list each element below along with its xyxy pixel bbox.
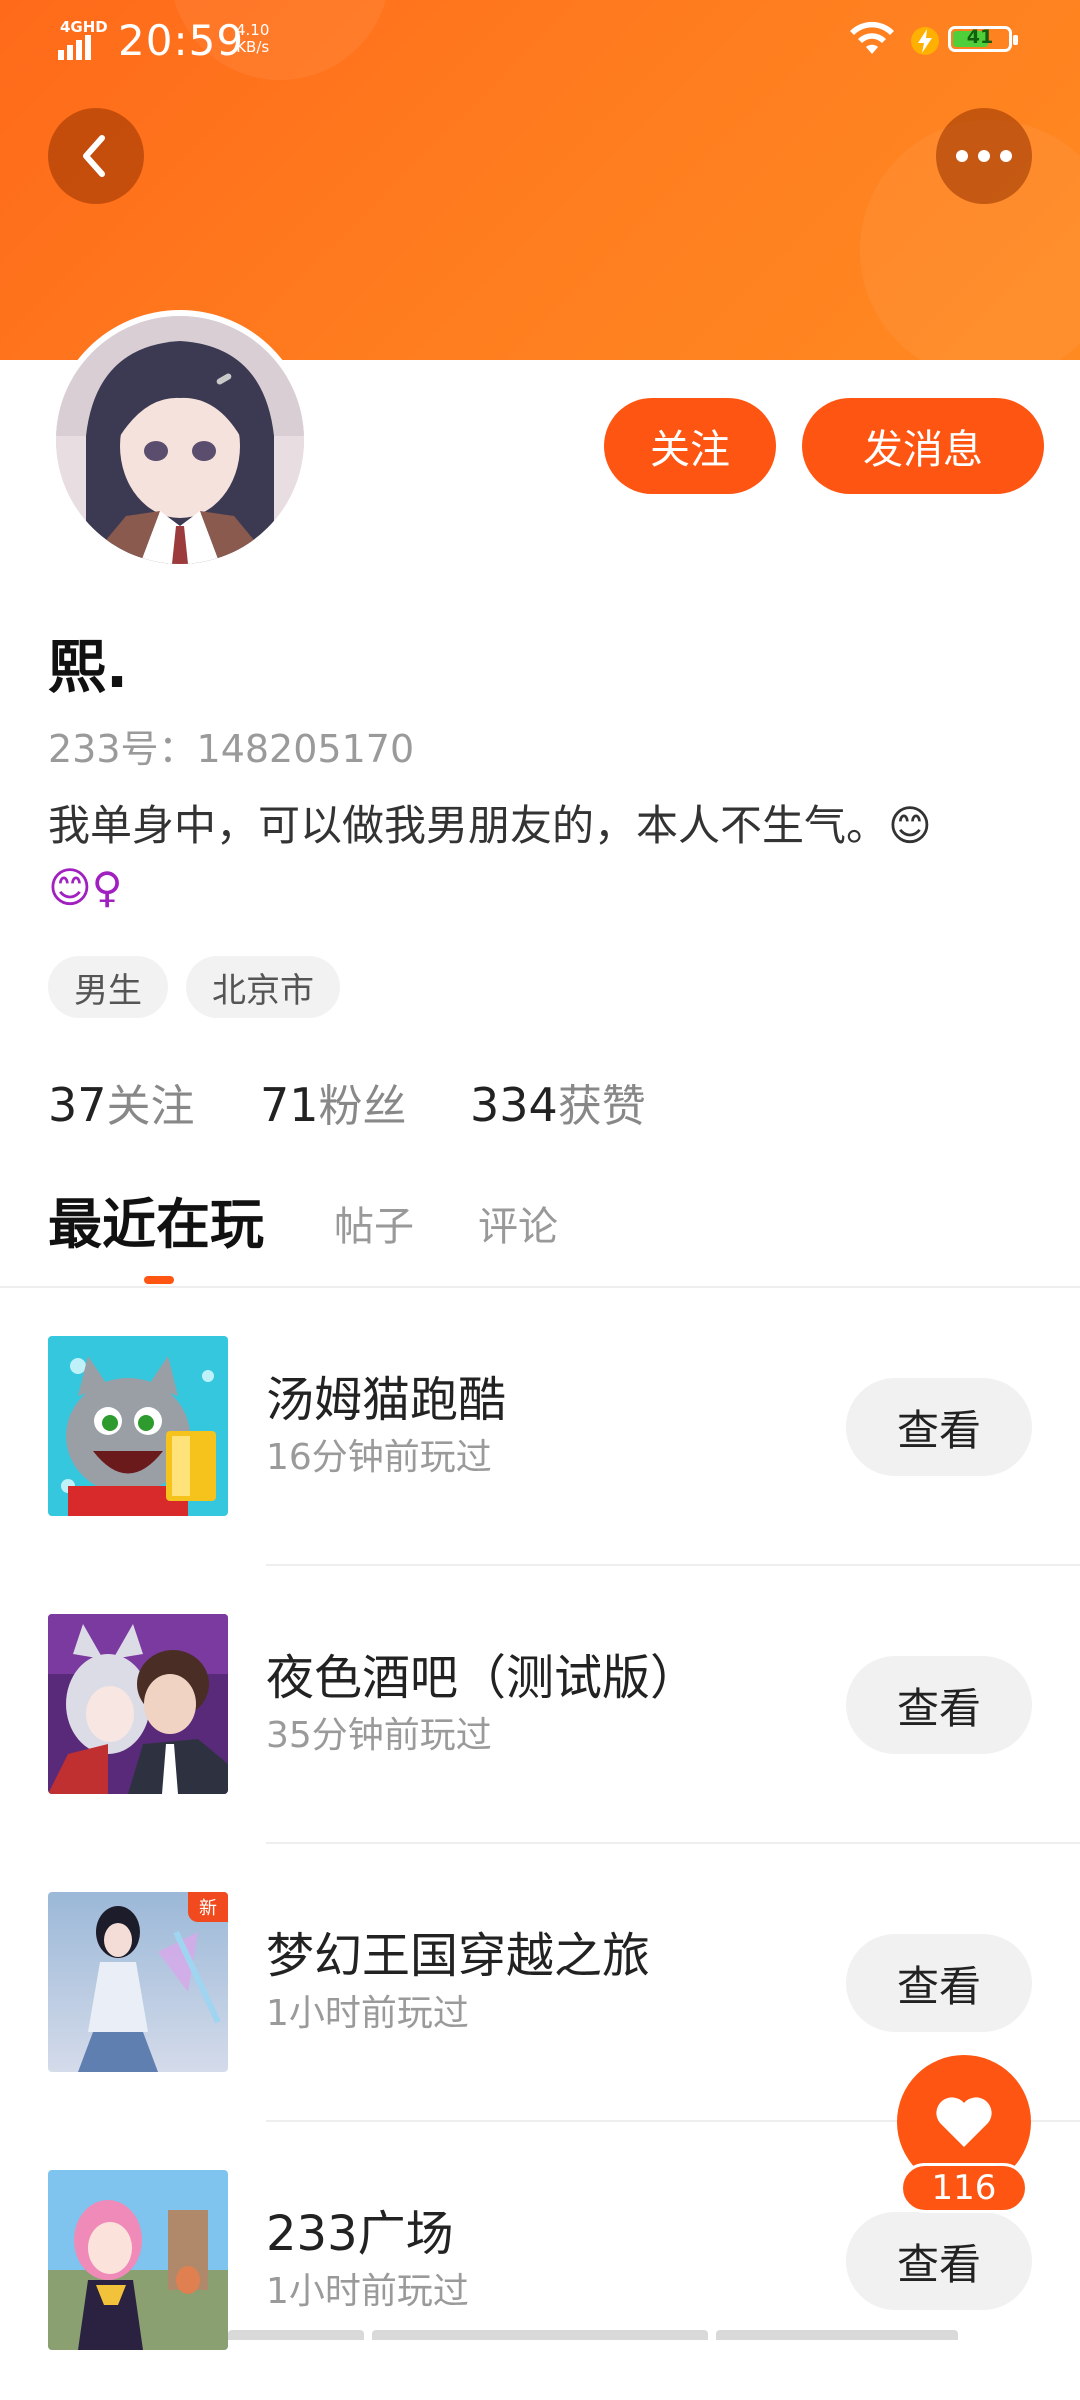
bio-line: 我单身中，可以做我男朋友的，本人不生气。😊 [48, 801, 932, 850]
profile-header-banner: 4GHD 20:59 4.10 KB/s 41 [0, 0, 1080, 360]
heart-icon [936, 2097, 992, 2147]
game-icon [48, 1614, 228, 1794]
game-title: 夜色酒吧（测试版） [266, 1650, 699, 1706]
game-last-played: 35分钟前玩过 [266, 1715, 492, 1756]
like-count-badge: 116 [900, 2163, 1028, 2213]
stat-label: 获赞 [557, 1081, 646, 1132]
list-item[interactable]: 汤姆猫跑酷 16分钟前玩过 查看 [0, 1288, 1080, 1566]
active-tab-indicator [144, 1276, 174, 1284]
tag-gender: 男生 [48, 956, 168, 1018]
wifi-icon [850, 21, 894, 54]
more-horizontal-icon [956, 150, 1012, 162]
battery-indicator: 41 [948, 26, 1018, 52]
more-button[interactable] [936, 108, 1032, 204]
bottom-scroll-hint [716, 2330, 958, 2340]
stat-value: 334 [470, 1078, 558, 1132]
network-speed: 4.10 KB/s [236, 21, 270, 56]
status-bar: 4GHD 20:59 4.10 KB/s 41 [0, 0, 1080, 80]
user-id: 233号：148205170 [48, 727, 415, 771]
stat-label: 关注 [106, 1081, 195, 1132]
view-game-button[interactable]: 查看 [846, 2212, 1032, 2310]
tab-recent-games[interactable]: 最近在玩 [48, 1180, 264, 1259]
user-bio: 我单身中，可以做我男朋友的，本人不生气。😊 😊♀ [48, 795, 1038, 919]
bottom-scroll-hint [372, 2330, 708, 2340]
game-title: 汤姆猫跑酷 [266, 1372, 507, 1428]
send-message-button[interactable]: 发消息 [802, 398, 1044, 494]
back-button[interactable] [48, 108, 144, 204]
avatar-image [56, 316, 304, 564]
stat-following[interactable]: 37关注 [48, 1070, 195, 1134]
stat-value: 71 [260, 1078, 319, 1132]
follow-button[interactable]: 关注 [604, 398, 776, 494]
stat-value: 37 [48, 1078, 107, 1132]
game-last-played: 1小时前玩过 [266, 2271, 469, 2312]
stat-label: 粉丝 [318, 1081, 407, 1132]
user-name: 熙. [48, 633, 129, 701]
profile-tabs: 最近在玩 帖子 评论 [0, 1180, 1080, 1286]
clock: 20:59 [118, 16, 245, 65]
game-title: 梦幻王国穿越之旅 [266, 1928, 651, 1984]
chevron-left-icon [83, 135, 105, 177]
bio-line: 😊♀ [48, 863, 123, 912]
game-title: 233广场 [266, 2206, 454, 2262]
signal-icon [58, 35, 91, 60]
game-icon [48, 2170, 228, 2350]
view-game-button[interactable]: 查看 [846, 1378, 1032, 1476]
view-game-button[interactable]: 查看 [846, 1934, 1032, 2032]
stat-likes[interactable]: 334获赞 [470, 1070, 646, 1134]
tab-posts[interactable]: 帖子 [334, 1194, 414, 1252]
game-icon: 新 [48, 1892, 228, 2072]
new-badge: 新 [188, 1892, 228, 1922]
bottom-scroll-hint [228, 2330, 364, 2340]
game-icon [48, 1336, 228, 1516]
avatar[interactable] [50, 310, 310, 570]
stat-followers[interactable]: 71粉丝 [260, 1070, 407, 1134]
charging-icon [911, 27, 939, 55]
game-last-played: 16分钟前玩过 [266, 1437, 492, 1478]
list-item[interactable]: 夜色酒吧（测试版） 35分钟前玩过 查看 [0, 1566, 1080, 1844]
view-game-button[interactable]: 查看 [846, 1656, 1032, 1754]
game-last-played: 1小时前玩过 [266, 1993, 469, 2034]
tab-comments[interactable]: 评论 [478, 1194, 558, 1252]
tag-location: 北京市 [186, 956, 340, 1018]
